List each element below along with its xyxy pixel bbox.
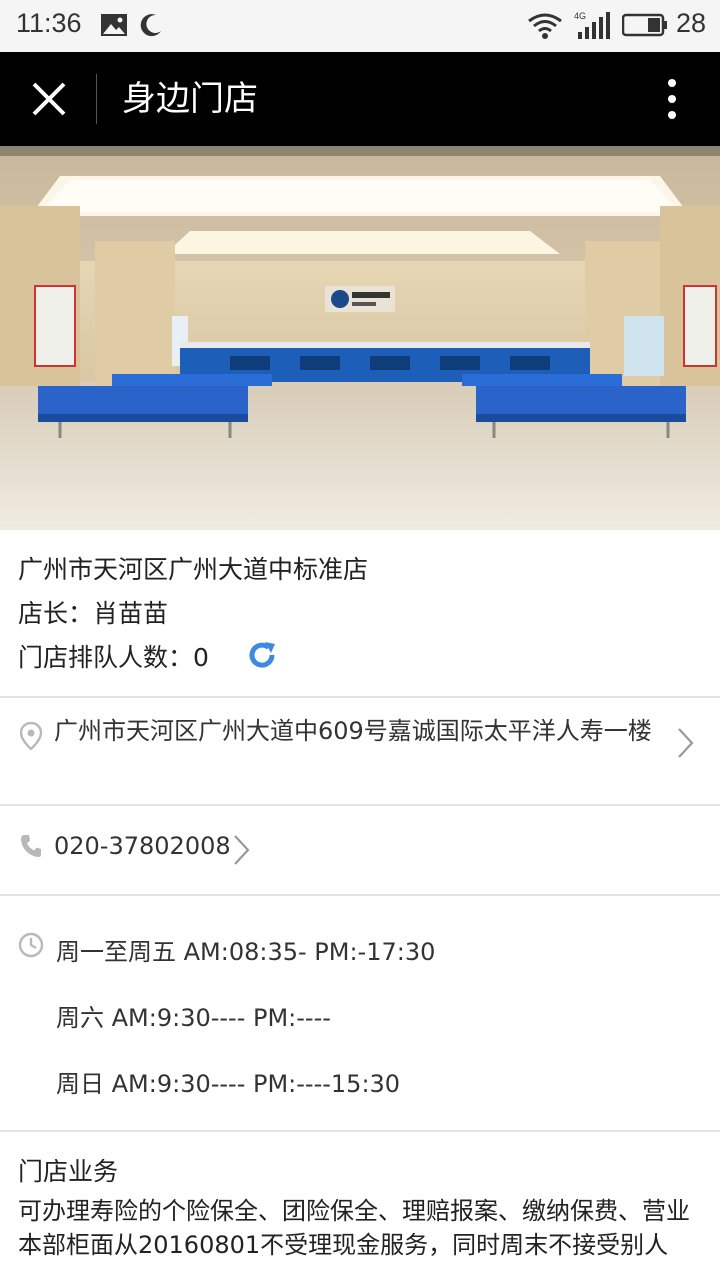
chevron-right-icon — [678, 728, 694, 758]
address-text: 广州市天河区广州大道中609号嘉诚国际太平洋人寿一楼 — [54, 717, 652, 745]
status-bar: 11:36 4G 28 — [0, 0, 720, 52]
store-info: 广州市天河区广州大道中标准店 店长：肖苗苗 门店排队人数：0 — [0, 530, 720, 698]
battery-icon — [622, 13, 667, 37]
phone-row[interactable]: 020-37802008 — [0, 806, 720, 894]
store-name: 广州市天河区广州大道中标准店 — [18, 555, 369, 584]
queue-count: 门店排队人数：0 — [18, 643, 209, 672]
address-row[interactable]: 广州市天河区广州大道中609号嘉诚国际太平洋人寿一楼 — [0, 700, 720, 804]
signal-4g-icon: 4G — [574, 11, 610, 39]
store-business: 门店业务 可办理寿险的个险保全、团险保全、理赔报案、缴纳保费、营业本部柜面从20… — [0, 1132, 720, 1280]
clock-icon — [18, 932, 44, 958]
wifi-icon — [528, 13, 562, 39]
opening-hours: 周一至周五 AM:08:35- PM:-17:30 周六 AM:9:30----… — [0, 896, 720, 1130]
battery-level: 28 — [676, 8, 707, 38]
hours-sunday: 周日 AM:9:30---- PM:----15:30 — [56, 1070, 401, 1098]
refresh-icon[interactable] — [246, 639, 278, 671]
close-icon[interactable] — [24, 74, 74, 124]
page-title: 身边门店 — [122, 79, 258, 119]
title-bar: 身边门店 — [0, 52, 720, 146]
phone-icon — [21, 835, 41, 857]
business-title: 门店业务 — [18, 1157, 119, 1186]
store-manager: 店长：肖苗苗 — [18, 599, 169, 628]
svg-text:4G: 4G — [574, 11, 586, 21]
more-vertical-icon[interactable] — [652, 74, 692, 124]
business-description: 可办理寿险的个险保全、团险保全、理赔报案、缴纳保费、营业本部柜面从2016080… — [18, 1197, 690, 1259]
moon-icon — [140, 14, 161, 37]
title-divider — [96, 74, 97, 124]
divider — [0, 696, 720, 698]
chevron-right-icon — [234, 835, 250, 865]
status-time: 11:36 — [16, 8, 82, 38]
hours-saturday: 周六 AM:9:30---- PM:---- — [56, 1004, 331, 1032]
hours-weekday: 周一至周五 AM:08:35- PM:-17:30 — [56, 938, 436, 966]
image-icon — [101, 14, 127, 36]
location-pin-icon — [20, 722, 42, 750]
store-photo — [0, 146, 720, 530]
phone-number[interactable]: 020-37802008 — [54, 832, 231, 860]
